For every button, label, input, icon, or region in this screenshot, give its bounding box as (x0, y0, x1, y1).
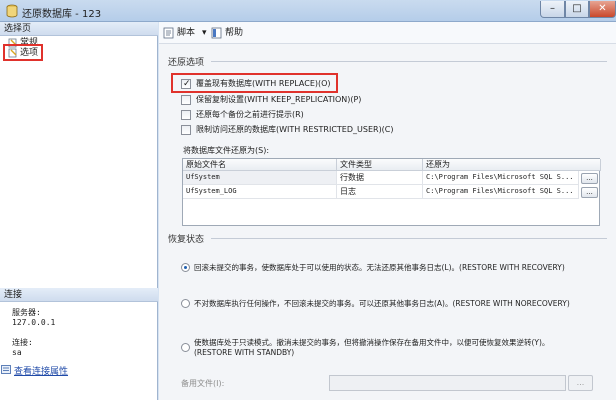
checkbox-label: 保留复制设置(WITH KEEP_REPLICATION)(P) (196, 95, 362, 104)
maximize-button[interactable]: □ (565, 1, 589, 18)
table-cell[interactable]: UfSystem_LOG (183, 185, 337, 199)
script-button[interactable]: 脚本 ▾ (163, 26, 215, 40)
database-icon (6, 4, 18, 18)
checkbox-box[interactable] (181, 110, 191, 120)
browse-button[interactable]: ... (581, 187, 598, 198)
table-cell[interactable]: 日志 (337, 185, 423, 199)
highlight-box (171, 73, 338, 93)
server-value: 127.0.0.1 (12, 318, 56, 327)
files-label: 将数据库文件还原为(S): (183, 146, 270, 155)
standby-file-input[interactable] (329, 375, 566, 391)
script-icon (163, 27, 174, 39)
left-panel: 选择页 常规 选项 连接 服务器: 127.0.0.1 连接: sa 查看连接属… (0, 22, 158, 400)
grid-header-type: 文件类型 (337, 159, 423, 171)
restore-options-title: 还原选项 (168, 58, 205, 68)
radio-label: 回滚未提交的事务，使数据库处于可以使用的状态。无法还原其他事务日志(L)。(RE… (194, 263, 565, 272)
table-cell[interactable]: C:\Program Files\Microsoft SQL S... (423, 171, 579, 185)
radio-standby[interactable]: 使数据库处于只读模式。撤消未提交的事务，但将撤消操作保存在备用文件中，以便可使恢… (181, 337, 601, 359)
radio-norecovery[interactable]: 不对数据库执行任何操作，不回滚未提交的事务。可以还原其他事务日志(A)。(RES… (181, 298, 601, 310)
minimize-button[interactable]: – (540, 1, 565, 18)
radio-button[interactable] (181, 299, 190, 308)
toolbar: 脚本 ▾ 帮助 (159, 22, 616, 44)
help-icon (211, 27, 222, 39)
divider (211, 61, 607, 62)
table-cell[interactable]: 行数据 (337, 171, 423, 185)
script-label: 脚本 (177, 28, 196, 38)
radio-button[interactable] (181, 343, 190, 352)
view-connection-properties-link[interactable]: 查看连接属性 (1, 364, 69, 377)
help-label: 帮助 (225, 28, 244, 38)
properties-icon (1, 365, 11, 374)
radio-label: 不对数据库执行任何操作，不回滚未提交的事务。可以还原其他事务日志(A)。(RES… (194, 299, 570, 308)
main-panel: 脚本 ▾ 帮助 还原选项 覆盖现有数据库(WITH REPLACE)(O) 保留… (159, 22, 616, 400)
radio-recovery[interactable]: 回滚未提交的事务，使数据库处于可以使用的状态。无法还原其他事务日志(L)。(RE… (181, 262, 601, 274)
table-cell[interactable]: UfSystem (183, 171, 337, 185)
pages-header: 选择页 (0, 22, 158, 36)
highlight-box (3, 44, 43, 61)
checkbox-prompt[interactable]: 还原每个备份之前进行提示(R) (181, 109, 321, 121)
checkbox-box[interactable] (181, 125, 191, 135)
table-cell[interactable]: C:\Program Files\Microsoft SQL S... (423, 185, 579, 199)
divider (211, 238, 607, 239)
chevron-down-icon[interactable]: ▾ (202, 26, 207, 40)
grid-header-restore-as: 还原为 (423, 159, 601, 171)
checkbox-label: 限制访问还原的数据库(WITH RESTRICTED_USER)(C) (196, 125, 394, 134)
checkbox-label: 还原每个备份之前进行提示(R) (196, 110, 304, 119)
grid-header-original: 原始文件名 (183, 159, 337, 171)
radio-label: (RESTORE WITH STANDBY) (194, 348, 295, 357)
recovery-state-title: 恢复状态 (168, 235, 205, 245)
radio-button[interactable] (181, 263, 190, 272)
view-connection-properties-label: 查看连接属性 (14, 367, 69, 377)
server-label: 服务器: (12, 308, 41, 317)
login-label: 连接: (12, 338, 33, 347)
file-grid: 原始文件名 文件类型 还原为 UfSystem 行数据 C:\Program F… (182, 158, 601, 226)
standby-browse-button[interactable]: ... (568, 375, 593, 391)
checkbox-keep-replication[interactable]: 保留复制设置(WITH KEEP_REPLICATION)(P) (181, 94, 361, 106)
window-title: 还原数据库 - 123 (22, 9, 102, 20)
close-button[interactable]: ✕ (589, 1, 616, 18)
checkbox-box[interactable] (181, 95, 191, 105)
title-bar: 还原数据库 - 123 – □ ✕ (0, 0, 616, 22)
login-value: sa (12, 348, 22, 357)
standby-file-label: 备用文件(I): (181, 379, 225, 388)
checkbox-restricted-user[interactable]: 限制访问还原的数据库(WITH RESTRICTED_USER)(C) (181, 124, 394, 136)
browse-button[interactable]: ... (581, 173, 598, 184)
connection-header: 连接 (0, 288, 158, 302)
help-button[interactable]: 帮助 (211, 26, 251, 40)
